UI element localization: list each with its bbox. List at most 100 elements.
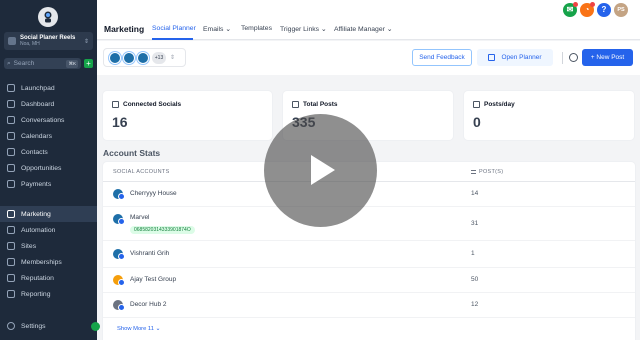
- user-avatar[interactable]: PS: [614, 3, 628, 17]
- account-avatar: [113, 300, 125, 311]
- section-title: Account Stats: [103, 148, 161, 158]
- stat-card-connected-socials: Connected Socials 16: [103, 91, 272, 140]
- sidebar-item-settings[interactable]: Settings: [0, 318, 97, 334]
- sidebar-item-label: Launchpad: [21, 84, 55, 92]
- social-account-avatar: [123, 51, 135, 64]
- open-planner-label: Open Planner: [501, 54, 542, 61]
- send-icon: [7, 210, 15, 218]
- table-row[interactable]: Vishranti Grih 1: [103, 241, 635, 268]
- new-post-button[interactable]: + New Post: [582, 49, 633, 66]
- automation-icon: [7, 226, 15, 234]
- table-row[interactable]: Ajay Test Group 50: [103, 268, 635, 293]
- show-more-link[interactable]: Show More 11 ⌄: [117, 326, 160, 332]
- dashboard-icon: [7, 100, 15, 108]
- post-count: 12: [471, 301, 479, 308]
- tab-trigger-links[interactable]: Trigger Links ⌄: [280, 25, 327, 33]
- tab-emails[interactable]: Emails ⌄: [203, 25, 231, 33]
- send-feedback-button[interactable]: Send Feedback: [412, 49, 472, 66]
- chevron-updown-icon: ⇕: [170, 55, 176, 61]
- quick-add-button[interactable]: +: [84, 59, 93, 68]
- sidebar-item-launchpad[interactable]: Launchpad: [0, 80, 97, 96]
- stat-card-posts-per-day: Posts/day 0: [464, 91, 634, 140]
- account-selector[interactable]: +13 ⇕: [103, 48, 186, 67]
- social-account-avatar: [109, 51, 121, 64]
- sidebar-item-marketing[interactable]: Marketing: [0, 206, 97, 222]
- sidebar-item-sites[interactable]: Sites: [0, 238, 97, 254]
- help-icon[interactable]: ?: [597, 3, 611, 17]
- sidebar-item-reputation[interactable]: Reputation: [0, 270, 97, 286]
- open-planner-button[interactable]: Open Planner: [477, 49, 553, 66]
- more-accounts-badge: +13: [152, 51, 166, 64]
- account-switcher[interactable]: Social Planer Reels Noa, MH ⇕: [4, 32, 93, 50]
- post-count: 31: [471, 220, 479, 227]
- column-header-label: POST(S): [479, 169, 504, 175]
- account-name: Marvel: [130, 214, 150, 221]
- app-logo[interactable]: [38, 7, 58, 27]
- rocket-icon: [7, 84, 15, 92]
- globe-icon: [7, 242, 15, 250]
- sidebar-item-conversations[interactable]: Conversations: [0, 112, 97, 128]
- sidebar-item-label: Reporting: [21, 290, 51, 298]
- notification-dot: [590, 2, 595, 7]
- sidebar-item-label: Conversations: [21, 116, 65, 124]
- calendar-day-icon: [473, 101, 480, 108]
- sidebar-item-reporting[interactable]: Reporting: [0, 286, 97, 302]
- account-avatar: [113, 189, 125, 200]
- sidebar-item-memberships[interactable]: Memberships: [0, 254, 97, 270]
- stat-label: Total Posts: [303, 101, 338, 108]
- planner-toolbar: +13 ⇕ Send Feedback Open Planner + New P…: [97, 41, 640, 75]
- chart-icon: [7, 290, 15, 298]
- calendar-icon: [488, 54, 496, 61]
- account-name: Ajay Test Group: [130, 276, 177, 283]
- database-icon: [112, 101, 119, 108]
- search-input[interactable]: ⌕ Search ⌘K: [4, 58, 81, 69]
- sidebar-item-label: Sites: [21, 242, 37, 250]
- sidebar-item-label: Marketing: [21, 210, 51, 218]
- social-account-avatar: [137, 51, 149, 64]
- sidebar-item-label: Settings: [21, 322, 46, 330]
- sidebar-item-calendars[interactable]: Calendars: [0, 128, 97, 144]
- tab-affiliate-manager[interactable]: Affiliate Manager ⌄: [334, 25, 392, 33]
- sidebar-item-payments[interactable]: Payments: [0, 176, 97, 192]
- sidebar-item-contacts[interactable]: Contacts: [0, 144, 97, 160]
- opportunities-icon: [7, 164, 15, 172]
- sidebar: Social Planer Reels Noa, MH ⇕ ⌕ Search ⌘…: [0, 0, 100, 340]
- sidebar-nav-bottom: Marketing Automation Sites Memberships R…: [0, 206, 97, 302]
- calendar-icon: [7, 132, 15, 140]
- sidebar-item-label: Dashboard: [21, 100, 55, 108]
- sidebar-item-label: Payments: [21, 180, 52, 188]
- sidebar-item-label: Contacts: [21, 148, 48, 156]
- tab-social-planner[interactable]: Social Planner: [152, 25, 196, 32]
- video-play-button[interactable]: [264, 114, 377, 227]
- account-location: Noa, MH: [20, 40, 40, 47]
- post-count: 50: [471, 276, 479, 283]
- account-avatar: [113, 275, 125, 286]
- contacts-icon: [7, 148, 15, 156]
- account-name: Decor Hub 2: [130, 301, 167, 308]
- search-icon: ⌕: [7, 59, 11, 67]
- sidebar-item-label: Opportunities: [21, 164, 62, 172]
- settings-gear-icon[interactable]: [569, 53, 578, 62]
- sidebar-item-label: Calendars: [21, 132, 52, 140]
- sidebar-item-automation[interactable]: Automation: [0, 222, 97, 238]
- sidebar-item-dashboard[interactable]: Dashboard: [0, 96, 97, 112]
- chevron-updown-icon: ⇕: [83, 38, 89, 45]
- search-shortcut: ⌘K: [66, 59, 78, 68]
- astronaut-icon: [44, 11, 52, 23]
- post-count: 1: [471, 250, 475, 257]
- page-title: Marketing: [104, 24, 145, 34]
- table-row[interactable]: Marvel 0685820314333901874O 31: [103, 207, 635, 241]
- account-avatar: [113, 249, 125, 260]
- active-tab-indicator: [152, 38, 193, 40]
- sidebar-item-label: Memberships: [21, 258, 62, 266]
- collapse-sidebar-button[interactable]: [91, 322, 100, 331]
- tab-templates[interactable]: Templates: [241, 25, 272, 32]
- gear-icon: [7, 322, 15, 330]
- search-placeholder: Search: [13, 60, 35, 67]
- top-bar: Marketing Social Planner Emails ⌄ Templa…: [97, 0, 640, 40]
- sidebar-item-opportunities[interactable]: Opportunities: [0, 160, 97, 176]
- divider: [562, 52, 563, 64]
- table-row[interactable]: Decor Hub 2 12: [103, 293, 635, 318]
- list-icon: [471, 170, 476, 174]
- account-id-badge: 0685820314333901874O: [130, 226, 195, 234]
